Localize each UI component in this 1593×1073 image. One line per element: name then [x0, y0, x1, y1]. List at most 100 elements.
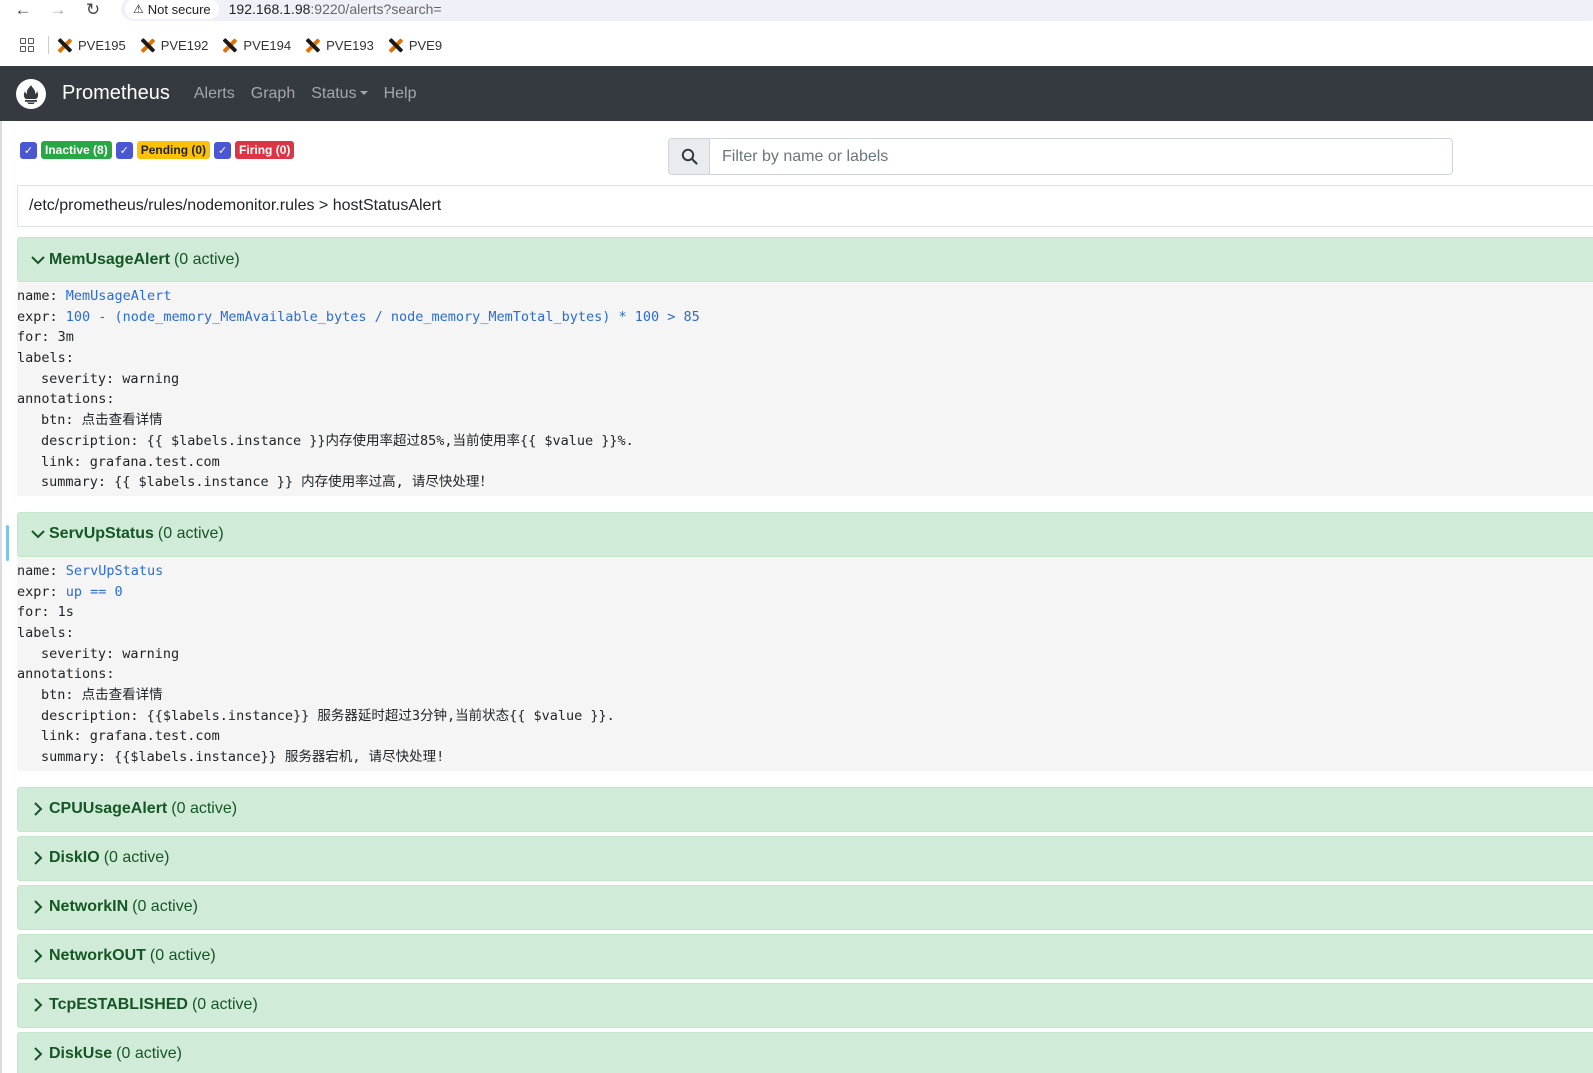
rule-line-link: link: grafana.test.com [41, 728, 220, 745]
rule-header[interactable]: MemUsageAlert (0 active) [17, 237, 1593, 282]
address-bar[interactable]: ⚠ Not secure 192.168.1.98:9220/alerts?se… [121, 0, 1593, 21]
rule-line-severity: severity: warning [41, 370, 180, 387]
rule-definition: name: ServUpStatus expr: up == 0 for: 1s… [17, 556, 1593, 771]
security-label: Not secure [147, 1, 211, 17]
inactive-badge: Inactive (8) [41, 141, 112, 159]
rule-name: DiskUse [49, 1045, 113, 1063]
rule-line-annotations: annotations: [17, 391, 115, 408]
rule-line-link: link: grafana.test.com [41, 453, 220, 470]
rule-header[interactable]: NetworkOUT (0 active) [17, 933, 1593, 979]
proxmox-icon [305, 38, 320, 53]
rule-header[interactable]: TcpESTABLISHED (0 active) [17, 982, 1593, 1028]
search-icon[interactable] [669, 139, 710, 174]
rule-name: ServUpStatus [49, 525, 154, 543]
rule-name: CPUUsageAlert [49, 800, 168, 818]
nav-help[interactable]: Help [384, 85, 417, 103]
rule-header[interactable]: ServUpStatus (0 active) [17, 511, 1593, 557]
rule-name: TcpESTABLISHED [49, 996, 188, 1014]
chevron-down-icon [31, 255, 45, 264]
rule-active-count: (0 active) [157, 525, 224, 543]
alerts-page: ✓ Inactive (8) ✓ Pending (0) ✓ Firing (0… [0, 121, 1593, 1073]
rule-header[interactable]: CPUUsageAlert (0 active) [17, 786, 1593, 832]
chevron-right-icon [34, 998, 43, 1012]
rule-active-count: (0 active) [116, 1045, 182, 1063]
pending-badge: Pending (0) [136, 141, 211, 159]
search-input[interactable] [710, 139, 1452, 174]
rule-active-count: (0 active) [149, 947, 216, 965]
rule-line-for: for: 1s [17, 604, 74, 621]
rules-list: MemUsageAlert (0 active) name: MemUsageA… [17, 237, 1593, 1073]
bookmark-label: PVE195 [78, 37, 126, 53]
rule-name: MemUsageAlert [49, 250, 170, 268]
nav-status-label: Status [311, 84, 357, 102]
rule-active-count: (0 active) [191, 996, 258, 1014]
rule-name-link[interactable]: ServUpStatus [66, 563, 164, 579]
url-host: 192.168.1.98 [228, 1, 311, 17]
proxmox-icon [222, 38, 237, 53]
bookmark-item[interactable]: PVE195 [57, 38, 126, 53]
bookmark-label: PVE192 [160, 37, 209, 53]
back-arrow-icon[interactable]: ← [12, 0, 34, 20]
scroll-indicator [6, 525, 9, 561]
firing-checkbox[interactable]: ✓ [214, 141, 232, 159]
rule-line-annotations: annotations: [17, 666, 115, 683]
bookmarks-bar: PVE195 PVE192 PVE194 PVE193 PVE9 [0, 26, 1593, 64]
chevron-right-icon [34, 949, 43, 963]
rule-line-severity: severity: warning [41, 645, 180, 662]
rule-line-description: description: {{$labels.instance}} 服务器延时超… [41, 707, 615, 724]
rule-active-count: (0 active) [103, 849, 170, 867]
bookmark-item[interactable]: PVE194 [222, 38, 291, 53]
rule-header[interactable]: NetworkIN (0 active) [17, 884, 1593, 930]
proxmox-icon [140, 38, 155, 53]
nav-status[interactable]: Status [311, 84, 368, 103]
bookmarks-divider [48, 36, 49, 54]
rule-header[interactable]: DiskUse (0 active) [17, 1031, 1593, 1073]
rule-line-description: description: {{ $labels.instance }}内存使用率… [41, 432, 634, 449]
rule-name-link[interactable]: MemUsageAlert [66, 288, 172, 304]
rule-expr-link[interactable]: up == 0 [66, 584, 123, 600]
chevron-down-icon [31, 530, 45, 539]
proxmox-icon [388, 38, 403, 53]
url-path: :9220/alerts?search= [310, 1, 442, 17]
caret-down-icon [359, 91, 368, 96]
rule-group-path: /etc/prometheus/rules/nodemonitor.rules … [17, 185, 1593, 227]
rule-active-count: (0 active) [173, 250, 240, 268]
chevron-right-icon [34, 802, 43, 816]
rule-line-expr: expr: 100 - (node_memory_MemAvailable_by… [17, 308, 700, 325]
chevron-right-icon [34, 851, 43, 865]
rule-line-labels: labels: [17, 624, 74, 641]
search-box [668, 138, 1453, 175]
nav-alerts[interactable]: Alerts [194, 85, 235, 103]
reload-icon[interactable]: ↻ [82, 0, 104, 20]
pending-checkbox[interactable]: ✓ [115, 141, 133, 159]
nav-graph[interactable]: Graph [251, 85, 295, 103]
rule-expr-link[interactable]: 100 - (node_memory_MemAvailable_bytes / … [66, 309, 700, 325]
forward-arrow-icon[interactable]: → [47, 0, 69, 20]
brand-title[interactable]: Prometheus [62, 82, 170, 105]
rule-line-labels: labels: [17, 350, 74, 367]
url-text[interactable]: 192.168.1.98:9220/alerts?search= [229, 1, 442, 17]
bookmark-item[interactable]: PVE192 [140, 38, 209, 53]
rule-line-btn: btn: 点击查看详情 [41, 412, 163, 429]
bookmark-label: PVE9 [408, 37, 443, 53]
rule-line-btn: btn: 点击查看详情 [41, 687, 163, 703]
apps-grid-icon[interactable] [20, 38, 34, 52]
rule-line-for: for: 3m [17, 329, 74, 346]
inactive-checkbox[interactable]: ✓ [20, 141, 37, 159]
bookmark-item[interactable]: PVE9 [388, 38, 442, 53]
warning-icon: ⚠ [133, 2, 144, 16]
rule-header[interactable]: DiskIO (0 active) [17, 835, 1593, 881]
chevron-right-icon [34, 900, 43, 914]
rule-line-summary: summary: {{ $labels.instance }} 内存使用率过高,… [41, 474, 493, 491]
chevron-right-icon [34, 1047, 43, 1061]
prometheus-logo-icon[interactable] [16, 78, 46, 109]
bookmark-label: PVE193 [326, 37, 374, 53]
rule-name: DiskIO [49, 849, 100, 867]
proxmox-icon [57, 38, 72, 53]
rule-line-expr: expr: up == 0 [17, 583, 123, 600]
security-chip[interactable]: ⚠ Not secure [125, 0, 219, 19]
rule-active-count: (0 active) [132, 898, 198, 916]
firing-badge: Firing (0) [235, 141, 295, 159]
rule-line-name: name: ServUpStatus [17, 562, 164, 579]
bookmark-item[interactable]: PVE193 [305, 38, 374, 53]
